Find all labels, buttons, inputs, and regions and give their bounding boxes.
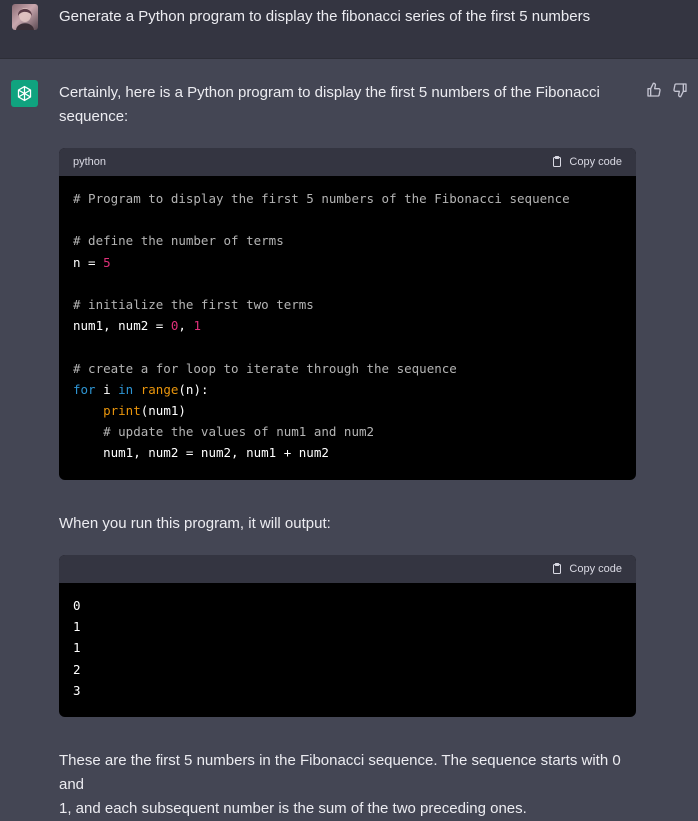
code-line: # define the number of terms [73, 233, 284, 249]
intro-line: Certainly, here is a Python program to d… [59, 84, 600, 101]
code-block-header: Copy code [59, 555, 636, 583]
code-block-python: python Copy code # Program to display th… [59, 148, 636, 480]
code-line: # Program to display the first 5 numbers… [73, 191, 570, 206]
output-line: 2 [73, 661, 81, 677]
code-line: for i in range(n): [73, 381, 209, 397]
thumbs-down-icon[interactable] [672, 82, 688, 98]
assistant-intro-text: Certainly, here is a Python program to d… [59, 81, 644, 129]
output-line: 1 [73, 640, 81, 656]
outro-line: These are the first 5 numbers in the Fib… [59, 752, 621, 793]
code-line: # initialize the first two terms [73, 296, 314, 312]
output-line: 0 [73, 598, 81, 613]
outro-line: 1, and each subsequent number is the sum… [59, 800, 527, 817]
code-content: 0 1 1 2 3 [59, 583, 636, 701]
code-line: # update the values of num1 and num2 [73, 424, 375, 440]
code-line: # create a for loop to iterate through t… [73, 360, 457, 376]
thumbs-up-icon[interactable] [646, 82, 662, 98]
assistant-middle-text: When you run this program, it will outpu… [59, 515, 331, 532]
code-block-header: python Copy code [59, 148, 636, 176]
copy-code-button[interactable]: Copy code [551, 155, 622, 168]
clipboard-icon [553, 563, 562, 574]
assistant-message-row: Certainly, here is a Python program to d… [0, 59, 698, 817]
code-line: num1, num2 = 0, 1 [73, 318, 201, 334]
code-content: # Program to display the first 5 numbers… [59, 176, 636, 463]
code-language-label: python [73, 156, 107, 168]
intro-line: sequence: [59, 108, 129, 125]
user-avatar [12, 4, 38, 30]
assistant-outro-text: These are the first 5 numbers in the Fib… [59, 749, 644, 821]
copy-code-button[interactable]: Copy code [551, 562, 622, 575]
copy-code-label: Copy code [569, 562, 622, 575]
output-line: 3 [73, 682, 81, 698]
user-message-text: Generate a Python program to display the… [59, 8, 591, 25]
copy-code-label: Copy code [569, 155, 622, 168]
code-line: print(num1) [103, 402, 186, 418]
code-line: n = 5 [73, 254, 111, 270]
feedback-buttons [646, 82, 688, 98]
user-message-row: Generate a Python program to display the… [0, 0, 698, 59]
clipboard-icon [553, 156, 562, 167]
code-block-output: Copy code 0 1 1 2 3 [59, 555, 636, 717]
openai-logo-icon [11, 80, 38, 107]
code-line: num1, num2 = num2, num1 + num2 [73, 445, 329, 461]
output-line: 1 [73, 619, 81, 635]
